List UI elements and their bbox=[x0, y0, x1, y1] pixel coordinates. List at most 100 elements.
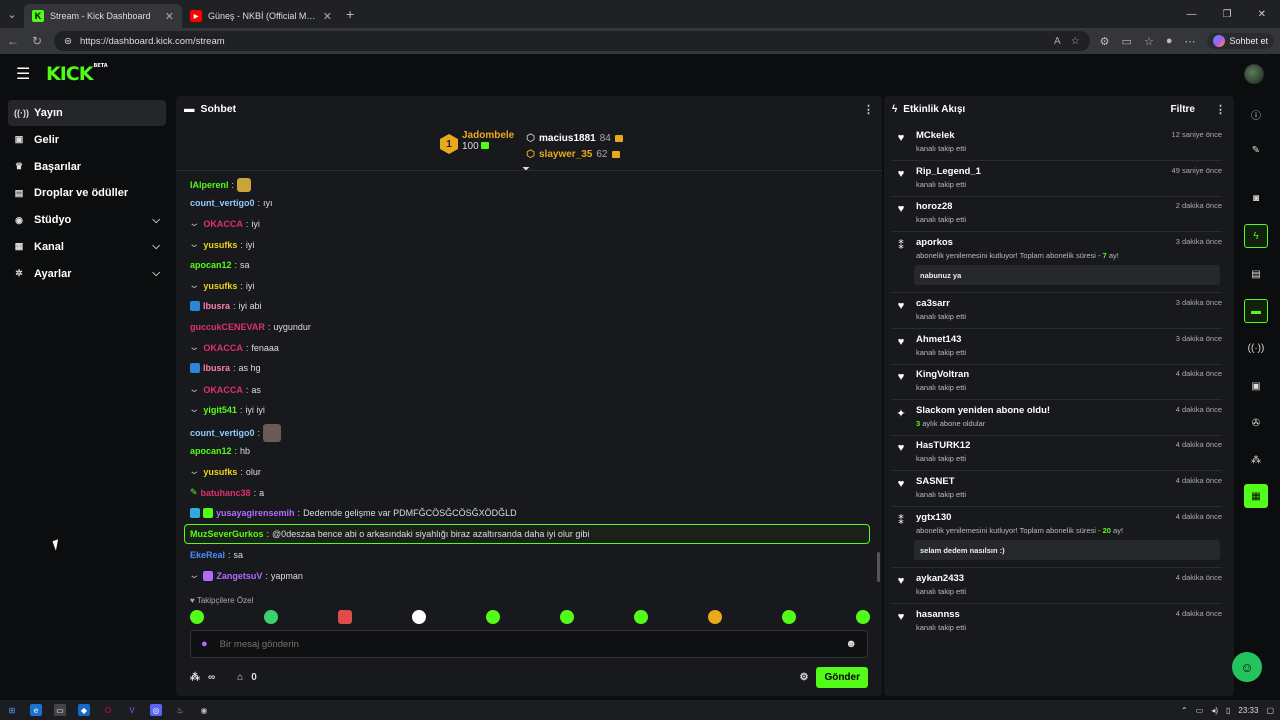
reload-icon[interactable]: ↻ bbox=[30, 34, 44, 48]
chat-username[interactable]: apocan12 bbox=[190, 446, 232, 456]
chat-username[interactable]: MuzSeverGurkos bbox=[190, 529, 264, 539]
leaderboard-entry[interactable]: ⬡ macius1881 84 bbox=[526, 130, 623, 146]
more-options-icon[interactable]: ⋮ bbox=[863, 103, 874, 116]
microphone-icon[interactable]: ● bbox=[201, 638, 208, 650]
chat-message[interactable]: ⌄ OKACCA: iyi bbox=[188, 218, 260, 229]
back-icon[interactable]: ← bbox=[6, 34, 20, 48]
favorites-icon[interactable]: ☆ bbox=[1144, 35, 1154, 48]
close-tab-icon[interactable]: ✕ bbox=[165, 10, 174, 23]
chat-message[interactable]: ⌄ yusufks: iyi bbox=[188, 280, 254, 291]
user-avatar[interactable] bbox=[1244, 64, 1264, 84]
chat-message[interactable]: yusayagirensemih: Dedemde gelişme var PD… bbox=[190, 508, 517, 518]
sidebar-item-droplar[interactable]: ▤ Droplar ve ödüller bbox=[8, 180, 166, 206]
hamburger-menu-icon[interactable]: ☰ bbox=[16, 64, 36, 84]
chat-message[interactable]: ⌄ ZangetsuV: yapman bbox=[188, 570, 303, 581]
chat-username[interactable]: OKACCA bbox=[203, 385, 243, 395]
activity-user[interactable]: ca3sarr bbox=[916, 298, 950, 309]
chat-username[interactable]: yusayagirensemih bbox=[216, 508, 295, 518]
chat-message[interactable]: lbusra: iyi abi bbox=[190, 301, 262, 311]
activity-user[interactable]: SASNET bbox=[916, 476, 955, 487]
tab-youtube[interactable]: ▶ Güneş - NKBİ (Official Music V ✕ bbox=[182, 4, 340, 28]
chat-username[interactable]: OKACCA bbox=[203, 219, 243, 229]
chat-username[interactable]: count_vertigo0 bbox=[190, 198, 255, 208]
chat-message[interactable]: count_vertigo0: bbox=[190, 424, 282, 442]
chat-message[interactable]: ⌄ yusufks: olur bbox=[188, 466, 261, 477]
obs-icon[interactable]: ◉ bbox=[198, 704, 210, 716]
chat-message[interactable]: ⌄ OKACCA: as bbox=[188, 384, 261, 395]
discord-icon[interactable]: ◎ bbox=[150, 704, 162, 716]
chat-username[interactable]: yusufks bbox=[203, 281, 237, 291]
activity-user[interactable]: HasTURK12 bbox=[916, 440, 970, 451]
chat-username[interactable]: batuhanc38 bbox=[201, 488, 251, 498]
chat-message[interactable]: apocan12: sa bbox=[190, 260, 250, 270]
activity-user[interactable]: hasannss bbox=[916, 609, 960, 620]
leaderboard-entry[interactable]: ⬡ slaywer_35 62 bbox=[526, 146, 623, 162]
filter-button[interactable]: Filtre bbox=[1171, 104, 1195, 115]
chat-message-input[interactable] bbox=[219, 638, 834, 650]
emote-icon[interactable] bbox=[486, 610, 500, 624]
emote-icon[interactable] bbox=[338, 610, 352, 624]
read-aloud-icon[interactable]: A bbox=[1054, 36, 1061, 47]
activity-item[interactable]: ♥ Rip_Legend_1 kanalı takip etti 49 sani… bbox=[892, 162, 1222, 197]
leaderboard-first[interactable]: 1 Jadombele 100 bbox=[440, 130, 514, 162]
sidebar-item-gelir[interactable]: ▣ Gelir bbox=[8, 127, 166, 153]
tab-kick-dashboard[interactable]: K Stream - Kick Dashboard ✕ bbox=[24, 4, 182, 28]
activity-item-sub[interactable]: ✦ Slackom yeniden abone oldu! 3 aylık ab… bbox=[892, 401, 1222, 436]
emote-icon[interactable] bbox=[264, 610, 278, 624]
emote-icon[interactable] bbox=[856, 610, 870, 624]
activity-user[interactable]: horoz28 bbox=[916, 201, 952, 212]
edge-icon[interactable]: e bbox=[30, 704, 42, 716]
network-icon[interactable]: ▭ bbox=[1196, 706, 1204, 715]
activity-user[interactable]: aporkos bbox=[916, 237, 953, 248]
emote-icon[interactable] bbox=[634, 610, 648, 624]
chat-message[interactable]: ⌄ OKACCA: fenaaa bbox=[188, 342, 279, 353]
close-tab-icon[interactable]: ✕ bbox=[323, 10, 332, 23]
chat-username[interactable]: yigit541 bbox=[203, 405, 237, 415]
activity-item[interactable]: ♥ aykan2433 kanalı takip etti 4 dakika ö… bbox=[892, 569, 1222, 604]
new-tab-icon[interactable]: + bbox=[346, 6, 354, 22]
app-icon[interactable]: ◆ bbox=[78, 704, 90, 716]
support-chat-icon[interactable]: ☺ bbox=[1232, 652, 1262, 682]
split-screen-icon[interactable]: ▭ bbox=[1122, 35, 1132, 48]
chat-message[interactable]: EkeReal: sa bbox=[190, 550, 243, 560]
send-button[interactable]: Gönder bbox=[816, 666, 868, 688]
tab-list-icon[interactable]: ⌄ bbox=[0, 0, 24, 28]
highlighted-chat-message[interactable]: MuzSeverGurkos: @0deszaa bence abi o ark… bbox=[184, 524, 870, 544]
sidebar-item-basarilar[interactable]: ♛ Başarılar bbox=[8, 154, 166, 180]
chat-message[interactable]: ✎ batuhanc38: a bbox=[190, 487, 264, 498]
notes-icon[interactable]: ▤ bbox=[1244, 262, 1268, 286]
chat-username[interactable]: lbusra bbox=[203, 363, 230, 373]
activity-user[interactable]: ygtx130 bbox=[916, 512, 951, 523]
emote-icon[interactable] bbox=[190, 610, 204, 624]
clapper-icon[interactable]: ▦ bbox=[1244, 484, 1268, 508]
chat-message[interactable]: apocan12: hb bbox=[190, 446, 250, 456]
share-icon[interactable]: ⁂ bbox=[1244, 448, 1268, 472]
chevron-up-icon[interactable]: ⌃ bbox=[1181, 706, 1188, 715]
chat-message[interactable]: lbusra: as hg bbox=[190, 363, 261, 373]
windows-start-icon[interactable]: ⊞ bbox=[6, 704, 18, 716]
activity-item[interactable]: ♥ HasTURK12 kanalı takip etti 4 dakika ö… bbox=[892, 436, 1222, 471]
steam-icon[interactable]: ♨ bbox=[174, 704, 186, 716]
chat-username[interactable]: count_vertigo0 bbox=[190, 428, 255, 438]
chat-message[interactable]: ⌄ yusufks: iyi bbox=[188, 239, 254, 250]
copilot-button[interactable]: Sohbet et bbox=[1207, 33, 1274, 49]
minimize-icon[interactable]: — bbox=[1187, 9, 1197, 20]
restore-icon[interactable]: ❐ bbox=[1223, 9, 1232, 20]
volume-icon[interactable]: ◂) bbox=[1211, 706, 1218, 715]
sidebar-item-ayarlar[interactable]: ✲ Ayarlar ⌵ bbox=[8, 261, 166, 287]
activity-item[interactable]: ♥ MCkelek kanalı takip etti 12 saniye ön… bbox=[892, 126, 1222, 161]
site-info-icon[interactable]: ⊜ bbox=[64, 36, 72, 47]
chat-message[interactable]: guccukCENEVAR: uygundur bbox=[190, 322, 311, 332]
chat-username[interactable]: guccukCENEVAR bbox=[190, 322, 265, 332]
chat-message[interactable]: count_vertigo0: ıyı bbox=[190, 198, 273, 208]
activity-item-resub[interactable]: ⁑ aporkos abonelik yenilemesini kutluyor… bbox=[892, 233, 1222, 293]
activity-user[interactable]: Rip_Legend_1 bbox=[916, 166, 981, 177]
chat-message[interactable]: ⌄ yigit541: iyi iyi bbox=[188, 404, 265, 415]
favorite-star-icon[interactable]: ☆ bbox=[1071, 36, 1080, 47]
profile-avatar[interactable]: ● bbox=[1166, 35, 1173, 47]
chat-scrollbar[interactable] bbox=[877, 552, 880, 582]
activity-user[interactable]: MCkelek bbox=[916, 130, 955, 141]
notification-icon[interactable]: ▢ bbox=[1266, 706, 1274, 715]
sidebar-item-kanal[interactable]: ▦ Kanal ⌵ bbox=[8, 234, 166, 260]
emote-icon[interactable] bbox=[412, 610, 426, 624]
